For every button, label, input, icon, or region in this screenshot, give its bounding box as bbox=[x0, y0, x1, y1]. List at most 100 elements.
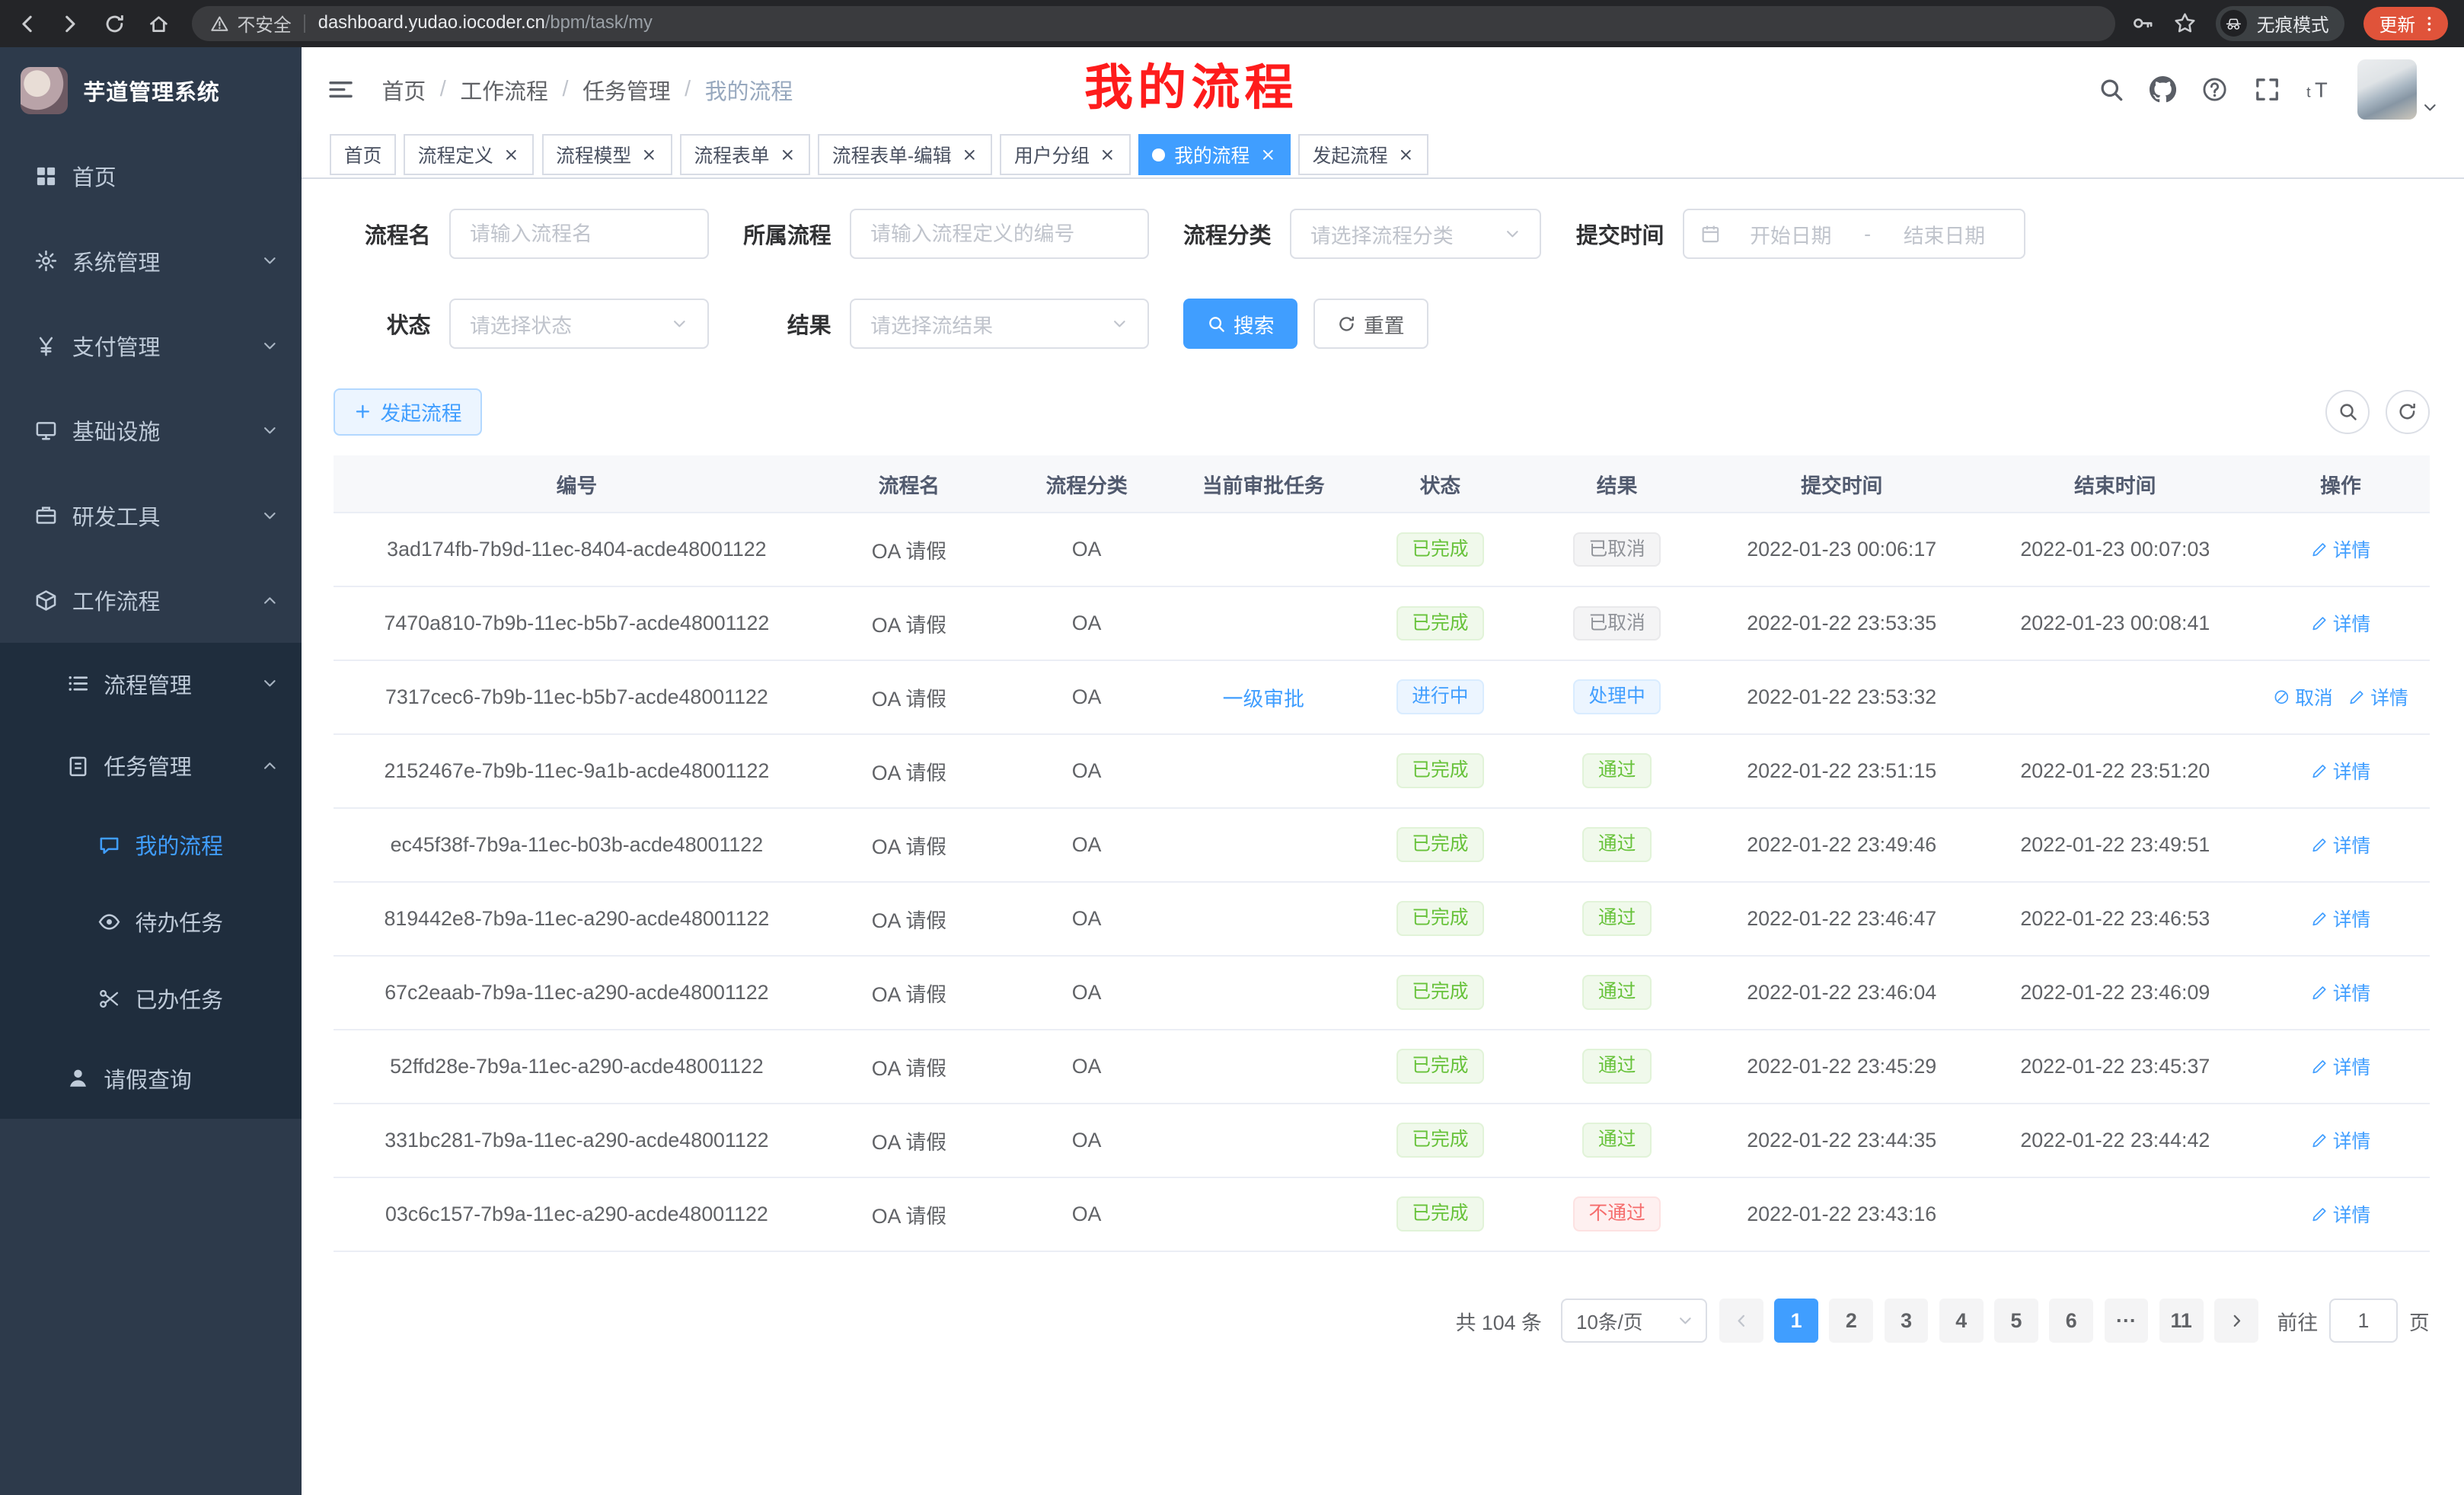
create-process-button[interactable]: 发起流程 bbox=[334, 388, 483, 436]
process-name-input[interactable] bbox=[449, 209, 709, 259]
detail-button[interactable]: 详情 bbox=[2311, 1053, 2370, 1080]
prev-page-button[interactable] bbox=[1719, 1299, 1763, 1343]
fullscreen-icon[interactable] bbox=[2254, 76, 2280, 103]
address-bar[interactable]: 不安全 dashboard.yudao.iocoder.cn/bpm/task/… bbox=[192, 6, 2115, 40]
browser-toolbar: 不安全 dashboard.yudao.iocoder.cn/bpm/task/… bbox=[0, 0, 2464, 47]
user-icon bbox=[66, 1066, 90, 1090]
sidebar-item-my-process[interactable]: 我的流程 bbox=[0, 807, 302, 883]
reload-icon[interactable] bbox=[104, 13, 126, 35]
page-button-3[interactable]: 3 bbox=[1885, 1299, 1929, 1343]
parent-process-input[interactable] bbox=[850, 209, 1148, 259]
reset-button[interactable]: 重置 bbox=[1313, 299, 1428, 349]
security-label[interactable]: 不安全 bbox=[238, 10, 292, 37]
detail-button[interactable]: 详情 bbox=[2311, 905, 2370, 932]
font-size-icon[interactable]: tT bbox=[2306, 76, 2332, 103]
close-icon[interactable] bbox=[1259, 146, 1277, 164]
tab-home[interactable]: 首页 bbox=[330, 134, 396, 175]
chevron-down-icon bbox=[1677, 1312, 1694, 1330]
detail-button[interactable]: 详情 bbox=[2348, 683, 2408, 711]
home-icon[interactable] bbox=[148, 13, 170, 35]
close-icon[interactable] bbox=[1099, 146, 1116, 164]
github-icon[interactable] bbox=[2150, 76, 2176, 103]
tab-my-process[interactable]: 我的流程 bbox=[1138, 134, 1291, 175]
tab-process-model[interactable]: 流程模型 bbox=[542, 134, 672, 175]
close-icon[interactable] bbox=[1397, 146, 1415, 164]
goto-page-input[interactable] bbox=[2329, 1299, 2399, 1343]
back-icon[interactable] bbox=[16, 13, 38, 35]
avatar-image[interactable] bbox=[2357, 59, 2417, 119]
result-label: 结果 bbox=[743, 308, 831, 340]
result-tag: 处理中 bbox=[1573, 679, 1661, 714]
sidebar-item-process-management[interactable]: 流程管理 bbox=[0, 643, 302, 724]
sidebar-item-leave-query[interactable]: 请假查询 bbox=[0, 1037, 302, 1119]
sidebar-item-todo-tasks[interactable]: 待办任务 bbox=[0, 883, 302, 960]
hamburger-icon[interactable] bbox=[327, 75, 355, 104]
close-icon[interactable] bbox=[503, 146, 520, 164]
tab-user-group[interactable]: 用户分组 bbox=[1000, 134, 1130, 175]
list-icon bbox=[66, 672, 90, 695]
question-icon[interactable] bbox=[2201, 76, 2228, 103]
close-icon[interactable] bbox=[961, 146, 978, 164]
close-icon[interactable] bbox=[640, 146, 658, 164]
search-icon[interactable] bbox=[2098, 76, 2124, 103]
chevron-up-icon bbox=[261, 757, 279, 775]
key-icon[interactable] bbox=[2131, 11, 2155, 35]
page-button-1[interactable]: 1 bbox=[1774, 1299, 1818, 1343]
detail-button[interactable]: 详情 bbox=[2311, 831, 2370, 858]
cancel-button[interactable]: 取消 bbox=[2273, 683, 2332, 711]
column-header: 当前审批任务 bbox=[1176, 455, 1352, 512]
breadcrumb-item[interactable]: 首页 bbox=[381, 74, 426, 106]
cell-process-name: OA 请假 bbox=[820, 734, 997, 808]
breadcrumb-separator: / bbox=[685, 77, 691, 102]
next-page-button[interactable] bbox=[2214, 1299, 2258, 1343]
task-link[interactable]: 一级审批 bbox=[1223, 688, 1304, 711]
app-window: 芋道管理系统 首页系统管理支付管理基础设施研发工具工作流程流程管理任务管理我的流… bbox=[0, 47, 2464, 1495]
close-icon[interactable] bbox=[779, 146, 796, 164]
cell-process-name: OA 请假 bbox=[820, 808, 997, 882]
browser-menu-dots-icon[interactable] bbox=[2420, 14, 2439, 34]
page-button-4[interactable]: 4 bbox=[1939, 1299, 1984, 1343]
detail-button[interactable]: 详情 bbox=[2311, 609, 2370, 637]
page-button-5[interactable]: 5 bbox=[1994, 1299, 2038, 1343]
page-button-11[interactable]: 11 bbox=[2159, 1299, 2204, 1343]
sidebar-item-system-management[interactable]: 系统管理 bbox=[0, 219, 302, 303]
sidebar-item-workflow[interactable]: 工作流程 bbox=[0, 558, 302, 643]
forward-icon[interactable] bbox=[59, 13, 81, 35]
result-select[interactable]: 请选择流结果 bbox=[850, 299, 1148, 349]
status-select[interactable]: 请选择状态 bbox=[449, 299, 709, 349]
tab-process-definition[interactable]: 流程定义 bbox=[404, 134, 534, 175]
tab-start-process[interactable]: 发起流程 bbox=[1298, 134, 1428, 175]
breadcrumb-item[interactable]: 任务管理 bbox=[582, 74, 671, 106]
page-button-6[interactable]: 6 bbox=[2049, 1299, 2093, 1343]
date-start-placeholder[interactable]: 开始日期 bbox=[1727, 219, 1855, 249]
sidebar-item-payment-management[interactable]: 支付管理 bbox=[0, 303, 302, 388]
detail-button[interactable]: 详情 bbox=[2311, 979, 2370, 1006]
sidebar-item-task-management[interactable]: 任务管理 bbox=[0, 724, 302, 806]
sidebar-item-dev-tools[interactable]: 研发工具 bbox=[0, 473, 302, 557]
tab-process-form[interactable]: 流程表单 bbox=[680, 134, 810, 175]
date-end-placeholder[interactable]: 结束日期 bbox=[1880, 219, 2008, 249]
breadcrumb-item[interactable]: 工作流程 bbox=[460, 74, 548, 106]
detail-button[interactable]: 详情 bbox=[2311, 535, 2370, 563]
update-button[interactable]: 更新 bbox=[2363, 7, 2448, 40]
user-avatar[interactable] bbox=[2357, 59, 2439, 119]
tab-process-form-edit[interactable]: 流程表单-编辑 bbox=[818, 134, 992, 175]
sidebar-item-label: 研发工具 bbox=[72, 500, 161, 532]
sidebar-item-infrastructure[interactable]: 基础设施 bbox=[0, 388, 302, 473]
toggle-search-button[interactable] bbox=[2325, 390, 2370, 434]
sidebar-item-home[interactable]: 首页 bbox=[0, 133, 302, 218]
detail-button[interactable]: 详情 bbox=[2311, 1126, 2370, 1154]
cell-status: 已完成 bbox=[1352, 956, 1529, 1030]
search-button[interactable]: 搜索 bbox=[1183, 299, 1297, 349]
submit-time-range[interactable]: 开始日期 - 结束日期 bbox=[1683, 209, 2025, 259]
page-size-select[interactable]: 10条/页 bbox=[1561, 1299, 1707, 1343]
page-button-2[interactable]: 2 bbox=[1829, 1299, 1873, 1343]
category-select[interactable]: 请选择流程分类 bbox=[1290, 209, 1541, 259]
detail-button[interactable]: 详情 bbox=[2311, 1200, 2370, 1228]
detail-button[interactable]: 详情 bbox=[2311, 757, 2370, 784]
star-icon[interactable] bbox=[2173, 11, 2197, 35]
page-ellipsis[interactable]: ··· bbox=[2105, 1299, 2149, 1343]
edit-icon bbox=[2311, 541, 2328, 558]
sidebar-item-done-tasks[interactable]: 已办任务 bbox=[0, 960, 302, 1037]
refresh-table-button[interactable] bbox=[2386, 390, 2430, 434]
